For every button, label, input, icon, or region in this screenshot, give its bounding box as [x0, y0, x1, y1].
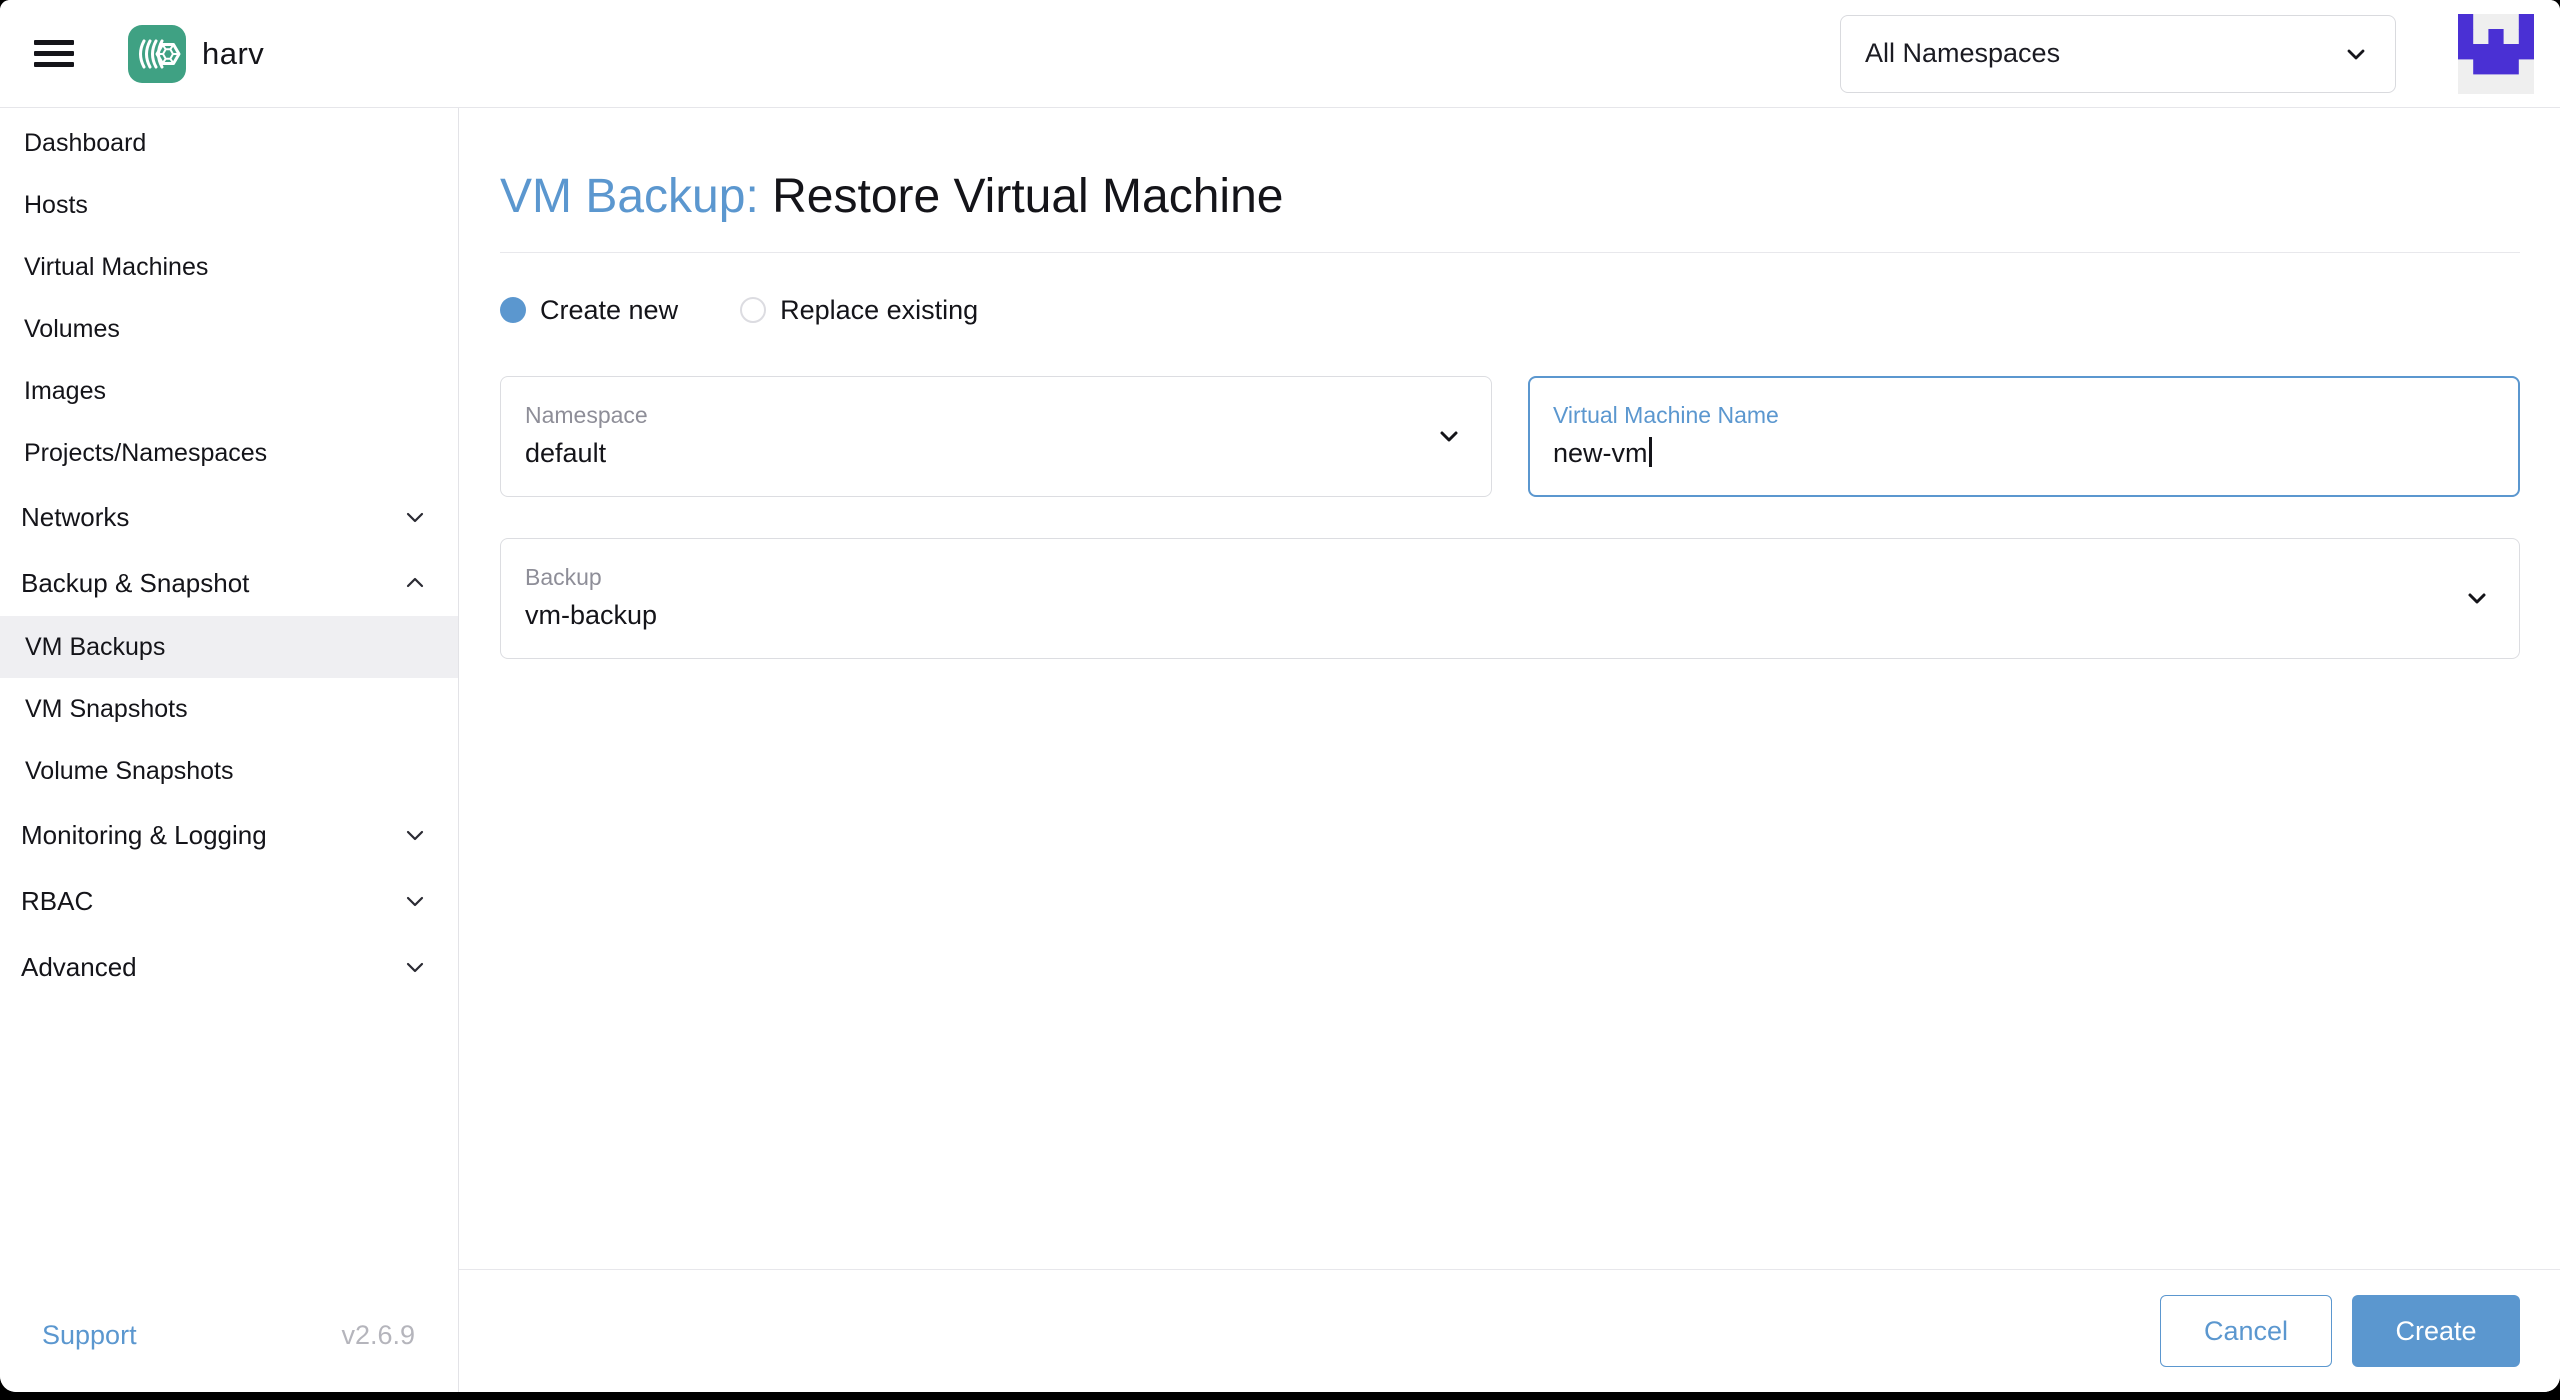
app-window: harv All Namespaces Dashboard Hosts Virtu	[0, 0, 2560, 1392]
sidebar-item-label: VM Snapshots	[25, 694, 188, 723]
page-title-text: Restore Virtual Machine	[772, 170, 1284, 223]
sidebar-item-label: Hosts	[24, 190, 88, 219]
sidebar-item-label: Backup & Snapshot	[21, 567, 250, 598]
brand-text: harv	[202, 35, 265, 71]
sidebar-item-backup-snapshot[interactable]: Backup & Snapshot	[0, 550, 458, 616]
radio-create-new[interactable]: Create new	[500, 295, 678, 326]
harvester-logo-icon[interactable]	[128, 24, 186, 83]
main-content: VM Backup: Restore Virtual Machine Creat…	[459, 108, 2560, 1392]
chevron-up-icon	[406, 577, 424, 588]
backup-select-value: vm-backup	[525, 600, 658, 631]
sidebar: Dashboard Hosts Virtual Machines Volumes Ima…	[0, 108, 459, 1392]
sidebar-item-label: RBAC	[21, 885, 94, 916]
sidebar-item-label: Images	[24, 376, 106, 405]
sidebar-item-projects-namespaces[interactable]: Projects/Namespaces	[0, 422, 458, 484]
sidebar-item-vm-snapshots[interactable]: VM Snapshots	[0, 678, 458, 740]
sidebar-nav: Dashboard Hosts Virtual Machines Volumes Ima…	[0, 112, 458, 1000]
page-title-prefix: VM Backup:	[500, 170, 759, 223]
cancel-button[interactable]: Cancel	[2160, 1295, 2332, 1367]
sidebar-item-label: Projects/Namespaces	[24, 438, 268, 467]
restore-mode-radios: Create new Replace existing	[500, 295, 2520, 326]
radio-replace-existing[interactable]: Replace existing	[740, 295, 978, 326]
namespace-filter-value: All Namespaces	[1865, 38, 2061, 68]
sidebar-item-volumes[interactable]: Volumes	[0, 298, 458, 360]
namespace-select[interactable]: Namespace default	[500, 375, 1492, 497]
sidebar-item-label: Volume Snapshots	[25, 756, 234, 785]
backup-select-label: Backup	[525, 564, 602, 591]
menu-icon[interactable]	[34, 40, 74, 67]
sidebar-item-volume-snapshots[interactable]: Volume Snapshots	[0, 740, 458, 802]
sidebar-item-label: Networks	[21, 501, 130, 532]
sidebar-item-rbac[interactable]: RBAC	[0, 868, 458, 934]
version-text: v2.6.9	[341, 1320, 415, 1350]
text-cursor	[1648, 437, 1652, 468]
radio-unselected-icon[interactable]	[740, 297, 767, 324]
sidebar-footer: Support v2.6.9	[0, 1297, 458, 1392]
top-header: harv All Namespaces	[0, 0, 2560, 108]
sidebar-item-advanced[interactable]: Advanced	[0, 934, 458, 1000]
chevron-down-icon	[406, 896, 424, 907]
sidebar-item-networks[interactable]: Networks	[0, 484, 458, 550]
radio-selected-icon[interactable]	[500, 297, 526, 324]
sidebar-item-label: Monitoring & Logging	[21, 819, 267, 850]
sidebar-item-monitoring-logging[interactable]: Monitoring & Logging	[0, 802, 458, 868]
backup-select[interactable]: Backup vm-backup	[500, 537, 2520, 659]
sidebar-item-vm-backups[interactable]: VM Backups	[0, 616, 458, 678]
vm-name-input-label: Virtual Machine Name	[1553, 402, 1779, 429]
chevron-down-icon	[2347, 49, 2365, 59]
create-button[interactable]: Create	[2352, 1295, 2520, 1367]
sidebar-item-images[interactable]: Images	[0, 360, 458, 422]
namespace-select-label: Namespace	[525, 402, 648, 429]
sidebar-item-label: Advanced	[21, 951, 137, 982]
chevron-down-icon	[406, 512, 424, 523]
title-divider	[500, 251, 2520, 253]
page-title: VM Backup: Restore Virtual Machine	[500, 168, 2520, 226]
action-bar: Cancel Create	[459, 1269, 2560, 1392]
sidebar-item-hosts[interactable]: Hosts	[0, 174, 458, 236]
sidebar-item-dashboard[interactable]: Dashboard	[0, 112, 458, 174]
avatar[interactable]	[2458, 13, 2534, 94]
radio-label: Replace existing	[780, 294, 979, 325]
chevron-down-icon	[2468, 593, 2486, 604]
sidebar-item-label: Dashboard	[24, 128, 147, 157]
vm-name-input-value: new-vm	[1553, 437, 1779, 471]
sidebar-item-label: Virtual Machines	[24, 252, 209, 281]
vm-name-input[interactable]: Virtual Machine Name new-vm	[1528, 375, 2520, 497]
radio-label: Create new	[540, 294, 679, 325]
sidebar-item-label: VM Backups	[25, 632, 166, 661]
support-link[interactable]: Support	[42, 1320, 137, 1351]
namespace-filter-select[interactable]: All Namespaces	[1840, 14, 2396, 93]
chevron-down-icon	[406, 962, 424, 973]
chevron-down-icon	[406, 830, 424, 841]
chevron-down-icon	[1440, 431, 1458, 442]
namespace-select-value: default	[525, 438, 607, 469]
sidebar-item-label: Volumes	[24, 314, 120, 343]
sidebar-item-virtual-machines[interactable]: Virtual Machines	[0, 236, 458, 298]
